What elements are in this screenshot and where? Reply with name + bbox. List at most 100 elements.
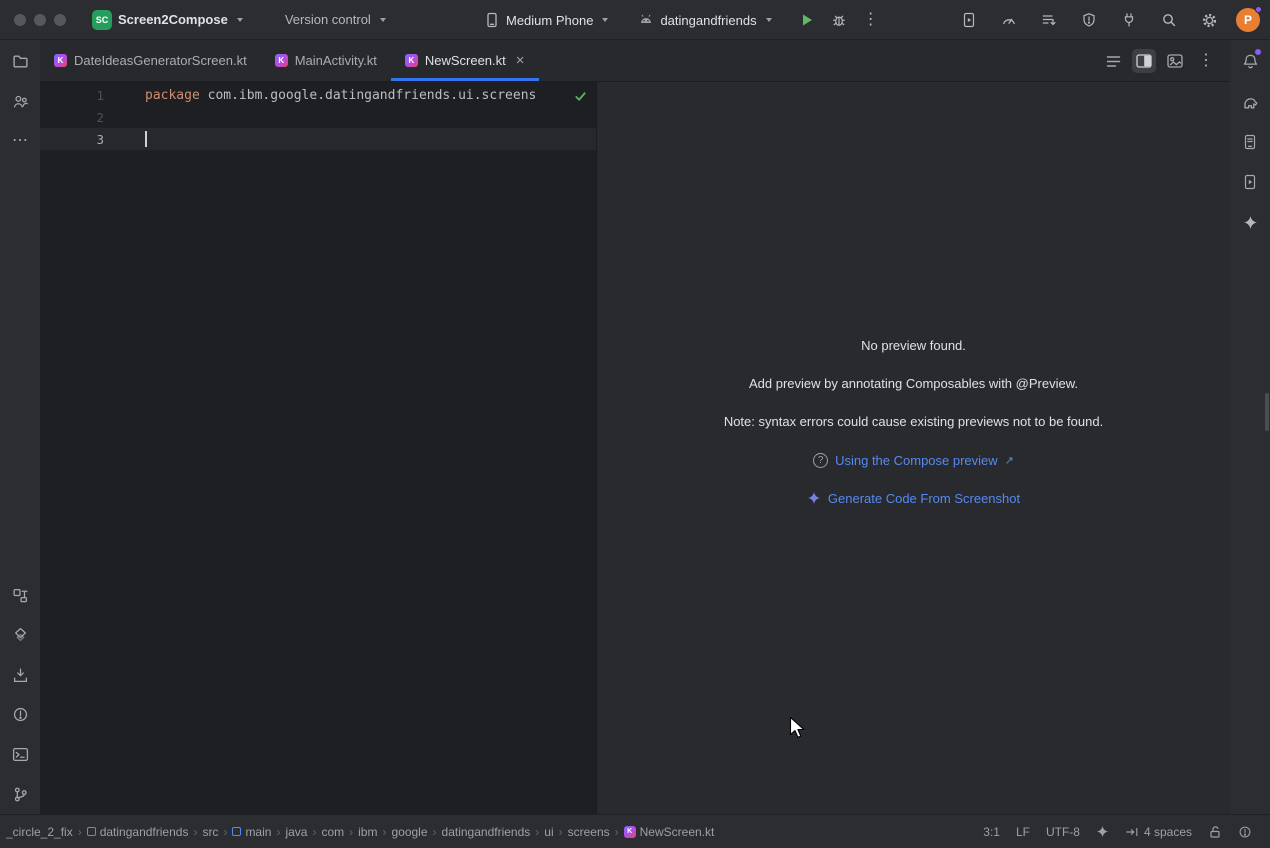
- kotlin-letter: K: [58, 56, 64, 65]
- bug-icon: [831, 12, 847, 28]
- window-close-button[interactable]: [14, 14, 26, 26]
- resource-manager-tool-button[interactable]: [7, 582, 33, 608]
- app-quality-insights-button[interactable]: [1076, 7, 1102, 33]
- generate-code-from-screenshot-link[interactable]: Generate Code From Screenshot: [807, 490, 1020, 506]
- kotlin-letter: K: [408, 56, 414, 65]
- gemini-icon: [1243, 215, 1258, 230]
- build-variants-tool-button[interactable]: [7, 621, 33, 647]
- gradle-tool-button[interactable]: [1237, 89, 1263, 115]
- split-view-button[interactable]: [1132, 49, 1156, 73]
- download-tray-icon: [12, 667, 29, 684]
- question-mark: ?: [818, 455, 824, 466]
- plug-icon: [1121, 12, 1137, 28]
- more-tool-windows-button[interactable]: ⋯: [7, 128, 33, 154]
- gradle-icon: [1242, 94, 1259, 111]
- settings-button[interactable]: [1196, 7, 1222, 33]
- app-inspection-tool-button[interactable]: [7, 662, 33, 688]
- more-run-actions-button[interactable]: ⋮: [858, 7, 884, 33]
- preview-mode-toggles: ⋮: [1101, 40, 1218, 82]
- device-manager-button[interactable]: [956, 7, 982, 33]
- chevron-right-icon: ›: [380, 825, 388, 839]
- chevron-right-icon: ›: [347, 825, 355, 839]
- breadcrumb-item-file[interactable]: K NewScreen.kt: [622, 825, 717, 839]
- tab-dateideasgeneratorscreen[interactable]: K DateIdeasGeneratorScreen.kt: [40, 40, 261, 81]
- user-avatar[interactable]: P: [1236, 8, 1260, 32]
- breadcrumb-item[interactable]: main: [230, 825, 273, 839]
- close-icon[interactable]: ×: [516, 53, 525, 68]
- breadcrumb-item[interactable]: src: [200, 825, 220, 839]
- compose-preview-help-link[interactable]: ? Using the Compose preview ↗: [813, 452, 1014, 468]
- indent-widget[interactable]: 4 spaces: [1125, 825, 1192, 839]
- tab-newscreen[interactable]: K NewScreen.kt ×: [391, 40, 539, 81]
- kotlin-letter: K: [278, 56, 284, 65]
- breadcrumb-item[interactable]: screens: [566, 825, 612, 839]
- editor-line: 1 package com.ibm.google.datingandfriend…: [40, 84, 596, 106]
- collaboration-tool-button[interactable]: [7, 88, 33, 114]
- logcat-button[interactable]: [1036, 7, 1062, 33]
- window-minimize-button[interactable]: [34, 14, 46, 26]
- terminal-tool-button[interactable]: [7, 741, 33, 767]
- line-number[interactable]: 3: [40, 132, 104, 147]
- inspection-status-widget[interactable]: [572, 88, 588, 104]
- sdk-manager-button[interactable]: [1116, 7, 1142, 33]
- design-view-icon: [1167, 54, 1183, 68]
- profiler-button[interactable]: [996, 7, 1022, 33]
- breadcrumb-item[interactable]: java: [283, 825, 309, 839]
- caret-position-widget[interactable]: 3:1: [983, 825, 1000, 839]
- search-everywhere-button[interactable]: [1156, 7, 1182, 33]
- debug-button[interactable]: [826, 7, 852, 33]
- notifications-button[interactable]: [1237, 48, 1263, 74]
- breadcrumb-label: ui: [544, 825, 553, 839]
- breadcrumb-item[interactable]: google: [389, 825, 429, 839]
- tab-mainactivity[interactable]: K MainActivity.kt: [261, 40, 391, 81]
- profiler-icon: [1001, 12, 1017, 28]
- window-controls: [14, 14, 66, 26]
- notification-dot: [1255, 6, 1262, 13]
- breadcrumb-item[interactable]: datingandfriends: [85, 825, 191, 839]
- version-control-tool-button[interactable]: [7, 781, 33, 807]
- breadcrumb-label: _circle_2_fix: [6, 825, 73, 839]
- run-configuration-selector[interactable]: datingandfriends: [630, 6, 779, 34]
- scrollbar-thumb[interactable]: [1265, 393, 1269, 431]
- gemini-tool-button[interactable]: [1237, 209, 1263, 235]
- breadcrumb-item[interactable]: datingandfriends: [440, 825, 533, 839]
- project-selector[interactable]: SC Screen2Compose: [84, 6, 251, 34]
- module-icon: [87, 827, 96, 836]
- line-number[interactable]: 1: [40, 88, 104, 103]
- project-tool-button[interactable]: [7, 48, 33, 74]
- preview-message-note: Note: syntax errors could cause existing…: [724, 414, 1103, 430]
- line-number[interactable]: 2: [40, 110, 104, 125]
- line-separator-widget[interactable]: LF: [1016, 825, 1030, 839]
- breadcrumb-item[interactable]: com: [319, 825, 346, 839]
- gemini-status-icon[interactable]: [1096, 825, 1109, 838]
- breadcrumb-item[interactable]: _circle_2_fix: [4, 825, 75, 839]
- code-text[interactable]: package com.ibm.google.datingandfriends.…: [145, 88, 536, 103]
- run-button[interactable]: [794, 7, 820, 33]
- design-view-button[interactable]: [1163, 49, 1187, 73]
- code-editor[interactable]: 1 package com.ibm.google.datingandfriend…: [40, 82, 596, 814]
- tab-options-button[interactable]: ⋮: [1194, 49, 1218, 73]
- chevron-down-icon: [237, 18, 243, 22]
- titlebar: SC Screen2Compose Version control Medium…: [0, 0, 1270, 40]
- problems-tool-button[interactable]: [7, 701, 33, 727]
- running-devices-tool-button[interactable]: [1237, 169, 1263, 195]
- breadcrumb-item[interactable]: ui: [542, 825, 555, 839]
- version-control-menu[interactable]: Version control: [277, 6, 394, 34]
- preview-message-hint: Add preview by annotating Composables wi…: [749, 376, 1078, 392]
- folder-icon: [12, 53, 29, 70]
- device-explorer-tool-button[interactable]: [1237, 129, 1263, 155]
- analysis-status-icon[interactable]: [1238, 825, 1252, 839]
- indent-label: 4 spaces: [1144, 825, 1192, 839]
- breadcrumb-label: screens: [568, 825, 610, 839]
- breadcrumb-item[interactable]: ibm: [356, 825, 379, 839]
- write-access-icon[interactable]: [1208, 825, 1222, 839]
- kotlin-letter: K: [627, 828, 632, 835]
- window-zoom-button[interactable]: [54, 14, 66, 26]
- device-selector[interactable]: Medium Phone: [476, 6, 616, 34]
- breadcrumb-label: main: [245, 825, 271, 839]
- gemini-star-icon: [807, 491, 821, 505]
- android-studio-window: SC Screen2Compose Version control Medium…: [0, 0, 1270, 848]
- more-vertical-icon: ⋮: [1198, 53, 1214, 69]
- code-view-button[interactable]: [1101, 49, 1125, 73]
- encoding-widget[interactable]: UTF-8: [1046, 825, 1080, 839]
